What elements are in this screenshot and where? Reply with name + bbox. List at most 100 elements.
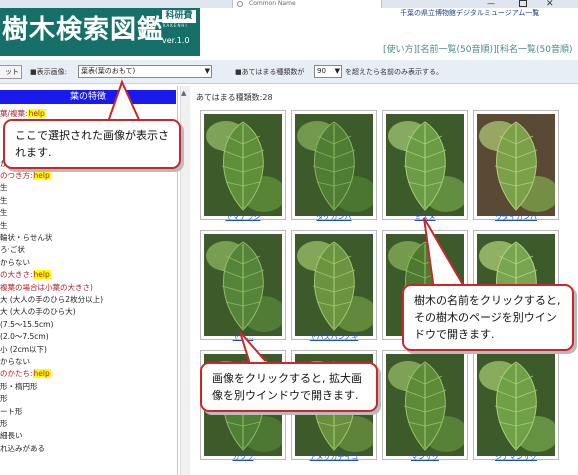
feature-option[interactable]: 細長い bbox=[0, 430, 23, 441]
callout-select-text: ここで選択された画像が表示されます. bbox=[15, 129, 169, 159]
callout-select-hint: ここで選択された画像が表示されます. bbox=[3, 119, 181, 169]
feature-option-label: (7.5〜15.5cm) bbox=[0, 319, 54, 329]
feature-option-label: ろ·ご状 bbox=[0, 245, 25, 255]
feature-option-label: の大きさ: bbox=[0, 270, 33, 280]
feature-option[interactable]: 大 (大人の手のひら大) bbox=[0, 306, 76, 317]
feature-option-label: からない bbox=[0, 257, 30, 267]
site-title[interactable]: 樹木検索図鑑 bbox=[2, 13, 164, 47]
feature-option[interactable]: の大きさ:help bbox=[0, 269, 51, 280]
feature-option[interactable]: (2.0〜7.5cm) bbox=[0, 331, 49, 342]
display-image-select[interactable]: 葉表(葉のおもて) ▼ bbox=[78, 65, 212, 78]
org-link[interactable]: 千葉の県立博物館デジタルミュージアム一覧 bbox=[400, 8, 539, 18]
leaf-image[interactable] bbox=[473, 110, 559, 220]
maximize-icon[interactable] bbox=[519, 0, 527, 7]
nav-links[interactable]: [使い方][名前一覧(50音順)][科名一覧(50音順) bbox=[383, 42, 573, 55]
feature-option-label: 形 bbox=[0, 394, 8, 404]
kakenhi-badge: 科研費 bbox=[162, 10, 196, 23]
leaf-photo bbox=[295, 234, 373, 336]
feature-option-label: のつき方: bbox=[0, 171, 33, 180]
leaf-image[interactable] bbox=[291, 110, 377, 220]
version-label: ver.1.0 bbox=[162, 36, 190, 45]
count-limit-select[interactable]: 90 ▼ bbox=[314, 65, 342, 78]
count-limit-value: 90 bbox=[317, 67, 326, 75]
callout-image-text: 画像をクリックすると, 拡大画像を別ウインドウで開きます. bbox=[212, 372, 362, 402]
globe-icon bbox=[237, 1, 243, 7]
feature-option-label: 大 (大人の手のひら大) bbox=[0, 307, 76, 317]
help-link[interactable]: help bbox=[32, 171, 51, 180]
scroll-up-icon[interactable]: ▲ bbox=[181, 89, 186, 97]
feature-option[interactable]: 複葉の場合は小葉の大きさ) bbox=[0, 282, 93, 293]
feature-option-label: のかたち: bbox=[0, 369, 33, 379]
leaf-photo bbox=[295, 114, 373, 216]
feature-option[interactable]: れ込みがある bbox=[0, 443, 45, 454]
tree-name-link[interactable]: カツラ bbox=[200, 452, 286, 462]
feature-option[interactable]: 生 bbox=[0, 207, 8, 218]
feature-option[interactable]: 形 bbox=[0, 418, 8, 429]
minimize-icon[interactable]: — bbox=[487, 0, 495, 8]
feature-option[interactable]: からない bbox=[0, 257, 30, 268]
feature-option-label: 生 bbox=[0, 195, 8, 205]
feature-option[interactable]: 形・楕円形 bbox=[0, 381, 38, 392]
leaf-photo bbox=[477, 354, 555, 456]
leaf-photo bbox=[477, 114, 555, 216]
leaf-image[interactable] bbox=[291, 230, 377, 340]
feature-option[interactable]: 生 bbox=[0, 182, 8, 193]
feature-option[interactable]: ート形 bbox=[0, 406, 23, 417]
tree-name-link[interactable]: アメリカデイゴ bbox=[291, 452, 377, 462]
feature-option-label: 生 bbox=[0, 220, 8, 230]
chevron-down-icon: ▼ bbox=[334, 67, 340, 75]
close-icon[interactable]: ✕ bbox=[546, 0, 554, 9]
feature-option-label: 生 bbox=[0, 208, 8, 218]
feature-option[interactable]: 生 bbox=[0, 195, 8, 206]
feature-option-label: 輪状・らせん状 bbox=[0, 233, 53, 242]
feature-option-label: ート形 bbox=[0, 406, 23, 416]
result-count: あてはまる種類数:28 bbox=[196, 93, 273, 102]
leaf-image[interactable] bbox=[473, 350, 559, 460]
help-link[interactable]: help bbox=[27, 109, 46, 118]
feature-option[interactable]: ろ·ご状 bbox=[0, 244, 25, 255]
display-image-label: ■表示画像: bbox=[30, 68, 67, 76]
tree-name-link[interactable]: ヤマナラシ bbox=[200, 212, 286, 222]
leaf-photo bbox=[204, 114, 282, 216]
tree-name-link[interactable]: シナマンサク bbox=[473, 452, 559, 462]
feature-option[interactable]: 形 bbox=[0, 393, 8, 404]
callout-image-hint: 画像をクリックすると, 拡大画像を別ウインドウで開きます. bbox=[200, 362, 378, 412]
tree-name-link[interactable]: ウダイカンバ bbox=[473, 212, 559, 222]
reset-button[interactable]: ット bbox=[0, 65, 22, 79]
tree-name-link[interactable]: マンサク bbox=[382, 452, 468, 462]
leaf-image[interactable] bbox=[382, 350, 468, 460]
help-link[interactable]: help bbox=[32, 270, 51, 280]
browser-tab[interactable]: Common Name bbox=[232, 0, 382, 8]
feature-option[interactable]: 小 (2cm以下) bbox=[0, 344, 47, 355]
leaf-image[interactable] bbox=[382, 110, 468, 220]
feature-option[interactable]: 生 bbox=[0, 220, 8, 231]
limit-label: ■あてはまる種類数が bbox=[235, 68, 305, 76]
callout-pointer bbox=[423, 217, 468, 291]
feature-option-label: れ込みがある bbox=[0, 443, 45, 453]
help-link[interactable]: help bbox=[32, 369, 51, 379]
feature-option[interactable]: 大 (大人の手のひら2枚分以上) bbox=[0, 294, 103, 305]
feature-option[interactable]: のかたち:help bbox=[0, 368, 51, 379]
scrollbar[interactable] bbox=[180, 86, 190, 475]
leaf-photo bbox=[204, 234, 282, 336]
feature-option[interactable]: 輪状・らせん状 bbox=[0, 232, 52, 243]
browser-tab-label: Common Name bbox=[249, 0, 296, 7]
feature-option-label: 細長い bbox=[0, 431, 23, 441]
callout-name-hint: 樹木の名前をクリックすると, その樹木のページを別ウインドウで開きます. bbox=[402, 284, 574, 351]
feature-option-label: 大 (大人の手のひら2枚分以上) bbox=[0, 295, 104, 304]
limit-suffix: を超えたら名前のみ表示する。 bbox=[345, 68, 443, 76]
feature-option[interactable]: 葉/複葉:help bbox=[0, 108, 46, 119]
leaf-image[interactable] bbox=[200, 230, 286, 340]
leaf-photo bbox=[386, 114, 464, 216]
chevron-down-icon: ▼ bbox=[204, 67, 210, 75]
kakenhi-sub: KAKENHI bbox=[163, 23, 188, 28]
feature-option[interactable]: からない bbox=[0, 356, 30, 367]
tree-name-link[interactable]: ダケカンバ bbox=[291, 212, 377, 222]
feature-option-label: 形・楕円形 bbox=[0, 381, 38, 391]
leaf-image[interactable] bbox=[200, 110, 286, 220]
feature-option[interactable]: (7.5〜15.5cm) bbox=[0, 319, 53, 330]
tree-name-link[interactable]: ヤハズハンノキ bbox=[291, 332, 377, 342]
feature-option-label: (2.0〜7.5cm) bbox=[0, 332, 49, 342]
feature-option-label: からない bbox=[0, 357, 30, 366]
feature-option[interactable]: のつき方:help bbox=[0, 170, 51, 181]
